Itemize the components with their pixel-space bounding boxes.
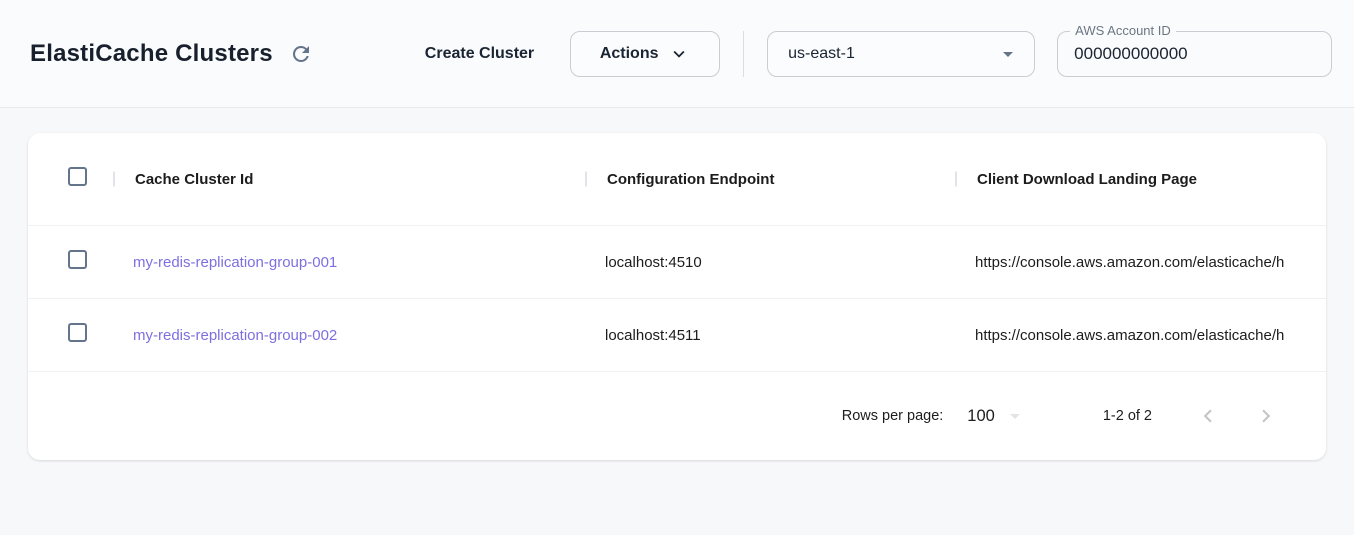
cluster-id-link[interactable]: my-redis-replication-group-001 [133,254,337,271]
chevron-left-icon [1195,403,1221,429]
aws-account-id-label: AWS Account ID [1070,23,1176,38]
cell-configuration-endpoint: localhost:4511 [585,327,955,344]
row-checkbox-cell [28,323,113,347]
clusters-table-card: Cache Cluster Id Configuration Endpoint … [28,133,1326,460]
table-pagination: Rows per page: 100 1-2 of 2 [28,371,1326,460]
cell-configuration-endpoint: localhost:4510 [585,254,955,271]
chevron-right-icon [1253,403,1279,429]
column-header-configuration-endpoint[interactable]: Configuration Endpoint [585,171,955,188]
table-row: my-redis-replication-group-001 localhost… [28,225,1326,298]
aws-account-id-field: AWS Account ID [1057,31,1332,77]
pagination-range-label: 1-2 of 2 [1103,408,1152,424]
refresh-icon [289,42,313,66]
row-checkbox[interactable] [68,323,87,342]
refresh-button[interactable] [283,36,319,72]
table-header-row: Cache Cluster Id Configuration Endpoint … [28,133,1326,225]
row-checkbox-cell [28,250,113,274]
region-select-value: us-east-1 [788,45,855,63]
rows-per-page-select[interactable]: 100 [967,404,1027,428]
cell-cluster-id: my-redis-replication-group-002 [113,327,585,344]
create-cluster-button[interactable]: Create Cluster [425,45,534,63]
select-all-cell [28,167,113,191]
cell-cluster-id: my-redis-replication-group-001 [113,254,585,271]
column-header-cache-cluster-id[interactable]: Cache Cluster Id [113,171,585,188]
dropdown-arrow-icon [1003,404,1027,428]
column-header-client-download-landing-page[interactable]: Client Download Landing Page [955,171,1326,188]
cluster-id-link[interactable]: my-redis-replication-group-002 [133,327,337,344]
next-page-button[interactable] [1246,396,1286,436]
chevron-down-icon [668,43,690,65]
page-title: ElastiCache Clusters [30,40,273,68]
region-select[interactable]: us-east-1 [767,31,1035,77]
previous-page-button[interactable] [1188,396,1228,436]
cell-landing-page: https://console.aws.amazon.com/elasticac… [955,327,1326,344]
table-row: my-redis-replication-group-002 localhost… [28,298,1326,371]
rows-per-page-value: 100 [967,407,995,426]
select-all-checkbox[interactable] [68,167,87,186]
dropdown-arrow-icon [996,42,1020,66]
actions-button-label: Actions [600,45,659,63]
cell-landing-page: https://console.aws.amazon.com/elasticac… [955,254,1326,271]
row-checkbox[interactable] [68,250,87,269]
app-header: ElastiCache Clusters Create Cluster Acti… [0,0,1354,108]
actions-button[interactable]: Actions [570,31,720,77]
aws-account-id-input[interactable] [1058,32,1331,76]
rows-per-page-label: Rows per page: [842,408,944,424]
header-divider [743,31,744,77]
